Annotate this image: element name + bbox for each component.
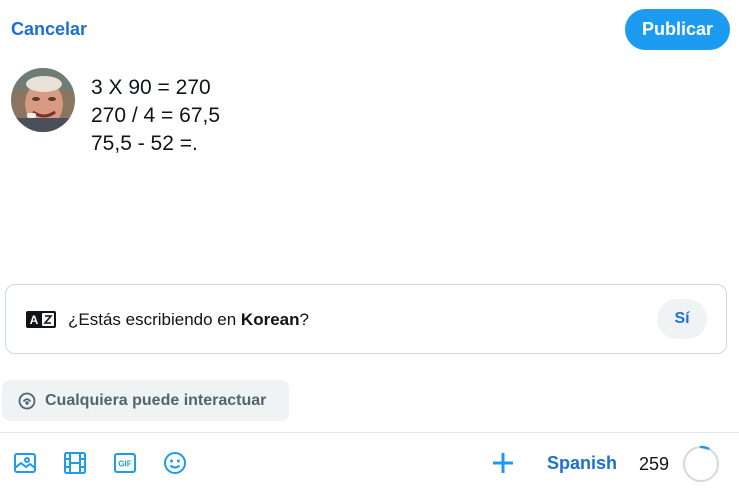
avatar[interactable] <box>11 68 75 132</box>
question-suffix: ? <box>299 310 309 329</box>
avatar-image <box>11 68 75 132</box>
publish-button[interactable]: Publicar <box>625 9 730 50</box>
add-video-button[interactable] <box>62 450 88 476</box>
cancel-button[interactable]: Cancelar <box>11 18 87 40</box>
image-icon <box>14 453 36 473</box>
add-emoji-button[interactable] <box>162 450 188 476</box>
add-gif-button[interactable]: GIF <box>112 450 138 476</box>
language-question: ¿Estás escribiendo en Korean? <box>68 309 309 331</box>
add-icon[interactable] <box>489 449 517 477</box>
post-line: 75,5 - 52 =. <box>91 132 198 155</box>
toolbar-divider <box>0 432 739 433</box>
reply-settings-button[interactable]: Cualquiera puede interactuar <box>2 380 289 421</box>
reply-settings-icon <box>18 392 36 409</box>
emoji-icon <box>164 452 186 474</box>
svg-text:GIF: GIF <box>118 460 131 469</box>
translate-icon: A <box>26 311 56 328</box>
question-prefix: ¿Estás escribiendo en <box>68 310 241 329</box>
add-image-button[interactable] <box>12 450 38 476</box>
gif-icon: GIF <box>114 453 136 473</box>
post-line: 3 X 90 = 270 <box>91 76 211 99</box>
svg-text:A: A <box>30 313 39 327</box>
compose-post-screen: Cancelar Publicar 3 X 90 = 270 270 / 4 =… <box>0 0 739 491</box>
post-line: 270 / 4 = 67,5 <box>91 104 221 127</box>
language-suggestion-card: A ¿Estás escribiendo en Korean? Sí <box>5 284 727 354</box>
post-text[interactable]: 3 X 90 = 270 270 / 4 = 67,5 75,5 - 52 =. <box>91 74 691 158</box>
character-count: 259 <box>639 454 670 474</box>
confirm-language-button[interactable]: Sí <box>657 299 707 339</box>
post-language-selector[interactable]: Spanish <box>547 452 617 474</box>
video-icon <box>64 452 86 474</box>
detected-language: Korean <box>240 310 300 329</box>
reply-settings-label: Cualquiera puede interactuar <box>45 391 267 409</box>
character-progress-ring <box>682 445 720 483</box>
